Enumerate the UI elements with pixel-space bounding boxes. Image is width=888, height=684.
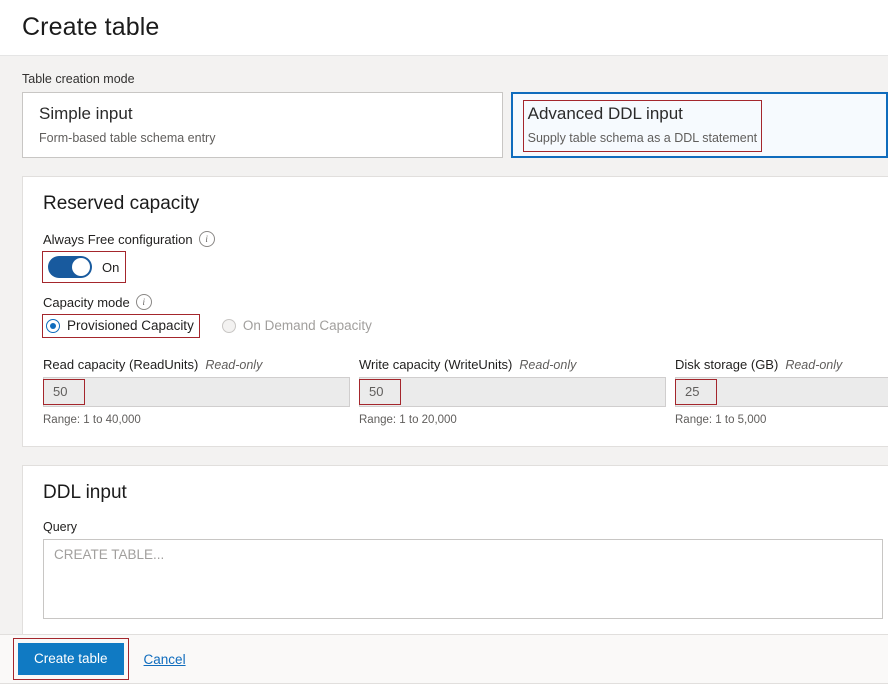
write-capacity-head: Write capacity (WriteUnits) Read-only <box>359 357 675 372</box>
annotation-box-advanced-ddl: Advanced DDL input Supply table schema a… <box>522 100 763 152</box>
read-capacity-head: Read capacity (ReadUnits) Read-only <box>43 357 359 372</box>
disk-storage-field: Disk storage (GB) Read-only 25 Range: 1 … <box>675 357 888 426</box>
always-free-label-row: Always Free configuration i <box>43 231 888 247</box>
always-free-toggle[interactable] <box>48 256 92 278</box>
form-scroll-area: Table creation mode Simple input Form-ba… <box>0 56 888 634</box>
radio-provisioned-capacity-label: Provisioned Capacity <box>67 318 194 333</box>
write-capacity-readonly-tag: Read-only <box>519 358 577 372</box>
write-capacity-range: Range: 1 to 20,000 <box>359 414 457 426</box>
write-capacity-input: 50 <box>359 377 666 407</box>
disk-storage-label: Disk storage (GB) <box>675 357 779 372</box>
mode-tile-group: Simple input Form-based table schema ent… <box>22 92 888 158</box>
always-free-toggle-group[interactable]: On <box>41 251 127 283</box>
mode-tile-advanced-ddl-input[interactable]: Advanced DDL input Supply table schema a… <box>510 92 888 158</box>
write-capacity-label: Write capacity (WriteUnits) <box>359 357 513 372</box>
always-free-label: Always Free configuration <box>43 231 193 247</box>
read-capacity-readonly-tag: Read-only <box>205 358 263 372</box>
always-free-toggle-state: On <box>102 259 120 275</box>
mode-tile-advanced-ddl-title: Advanced DDL input <box>527 104 683 123</box>
disk-storage-input: 25 <box>675 377 888 407</box>
annotation-box-create-table: Create table <box>13 638 129 680</box>
page-title: Create table <box>22 13 160 41</box>
write-capacity-field: Write capacity (WriteUnits) Read-only 50… <box>359 357 675 426</box>
reserved-capacity-title: Reserved capacity <box>43 193 200 214</box>
read-capacity-range: Range: 1 to 40,000 <box>43 414 141 426</box>
disk-storage-range: Range: 1 to 5,000 <box>675 414 767 426</box>
mode-tile-simple-input[interactable]: Simple input Form-based table schema ent… <box>22 92 503 158</box>
read-capacity-field: Read capacity (ReadUnits) Read-only 50 R… <box>43 357 359 426</box>
create-table-button[interactable]: Create table <box>18 643 124 675</box>
radio-on-demand-capacity: On Demand Capacity <box>219 315 377 337</box>
read-capacity-value: 50 <box>43 379 85 405</box>
radio-dot-icon <box>221 318 236 333</box>
info-icon[interactable]: i <box>135 294 152 310</box>
mode-tile-simple-input-content: Simple input Form-based table schema ent… <box>35 101 219 151</box>
cancel-link[interactable]: Cancel <box>144 652 186 667</box>
capacity-fields-row: Read capacity (ReadUnits) Read-only 50 R… <box>43 357 888 426</box>
radio-provisioned-capacity[interactable]: Provisioned Capacity <box>42 314 200 338</box>
page-header: Create table <box>0 0 888 56</box>
read-capacity-input: 50 <box>43 377 350 407</box>
disk-storage-readonly-tag: Read-only <box>785 358 843 372</box>
radio-dot-icon <box>46 318 60 333</box>
capacity-mode-label: Capacity mode <box>43 294 130 310</box>
ddl-input-card: DDL input Query CREATE TABLE... <box>22 465 888 634</box>
mode-tile-simple-input-subtitle: Form-based table schema entry <box>39 131 216 145</box>
write-capacity-value: 50 <box>359 379 401 405</box>
disk-storage-value: 25 <box>675 379 717 405</box>
query-input[interactable]: CREATE TABLE... <box>43 539 883 619</box>
mode-tile-simple-input-title: Simple input <box>39 104 133 123</box>
disk-storage-head: Disk storage (GB) Read-only <box>675 357 888 372</box>
table-creation-mode-block: Table creation mode Simple input Form-ba… <box>0 56 888 158</box>
capacity-mode-radio-group: Provisioned Capacity On Demand Capacity <box>42 314 888 338</box>
ddl-input-title: DDL input <box>43 482 127 503</box>
capacity-mode-label-row: Capacity mode i <box>43 294 888 310</box>
query-label: Query <box>43 520 78 534</box>
read-capacity-label: Read capacity (ReadUnits) <box>43 357 199 372</box>
form-action-bar: Create table Cancel <box>0 634 888 684</box>
toggle-knob <box>72 258 90 276</box>
mode-tile-advanced-ddl-subtitle: Supply table schema as a DDL statement <box>527 131 758 145</box>
info-icon[interactable]: i <box>198 231 215 247</box>
table-creation-mode-label: Table creation mode <box>22 72 135 86</box>
reserved-capacity-card: Reserved capacity Always Free configurat… <box>22 176 888 447</box>
radio-on-demand-capacity-label: On Demand Capacity <box>242 318 372 333</box>
